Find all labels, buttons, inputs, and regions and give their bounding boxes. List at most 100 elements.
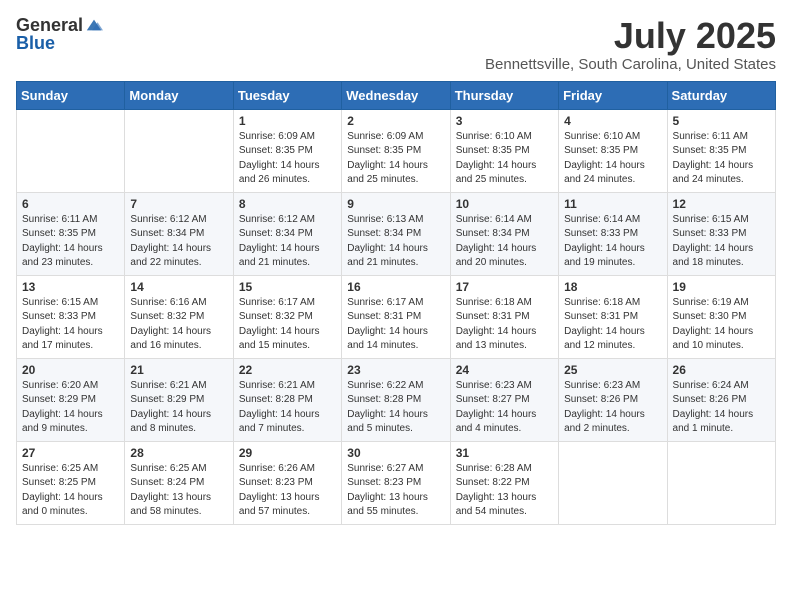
day-number: 3 [456,114,553,128]
calendar-day: 10 Sunrise: 6:14 AM Sunset: 8:34 PM Dayli… [450,192,558,275]
day-info: Sunrise: 6:25 AM Sunset: 8:25 PM Dayligh… [22,462,119,520]
calendar-header-row: SundayMondayTuesdayWednesdayThursdayFrid… [17,81,776,109]
day-info: Sunrise: 6:10 AM Sunset: 8:35 PM Dayligh… [564,130,661,188]
calendar-day: 9 Sunrise: 6:13 AM Sunset: 8:34 PM Daylig… [342,192,450,275]
day-number: 2 [347,114,444,128]
day-number: 9 [347,197,444,211]
day-number: 30 [347,446,444,460]
day-number: 16 [347,280,444,294]
calendar-day: 7 Sunrise: 6:12 AM Sunset: 8:34 PM Daylig… [125,192,233,275]
weekday-header-sunday: Sunday [17,81,125,109]
calendar-day: 25 Sunrise: 6:23 AM Sunset: 8:26 PM Dayli… [559,358,667,441]
day-info: Sunrise: 6:24 AM Sunset: 8:26 PM Dayligh… [673,379,770,437]
day-number: 4 [564,114,661,128]
day-info: Sunrise: 6:21 AM Sunset: 8:29 PM Dayligh… [130,379,227,437]
day-info: Sunrise: 6:28 AM Sunset: 8:22 PM Dayligh… [456,462,553,520]
weekday-header-tuesday: Tuesday [233,81,341,109]
day-info: Sunrise: 6:11 AM Sunset: 8:35 PM Dayligh… [22,213,119,271]
day-number: 29 [239,446,336,460]
day-number: 26 [673,363,770,377]
day-number: 25 [564,363,661,377]
day-info: Sunrise: 6:13 AM Sunset: 8:34 PM Dayligh… [347,213,444,271]
calendar-day: 4 Sunrise: 6:10 AM Sunset: 8:35 PM Daylig… [559,109,667,192]
calendar-day [125,109,233,192]
day-info: Sunrise: 6:23 AM Sunset: 8:27 PM Dayligh… [456,379,553,437]
day-info: Sunrise: 6:15 AM Sunset: 8:33 PM Dayligh… [673,213,770,271]
day-number: 27 [22,446,119,460]
calendar-table: SundayMondayTuesdayWednesdayThursdayFrid… [16,81,776,525]
day-number: 8 [239,197,336,211]
calendar-day: 6 Sunrise: 6:11 AM Sunset: 8:35 PM Daylig… [17,192,125,275]
day-info: Sunrise: 6:12 AM Sunset: 8:34 PM Dayligh… [130,213,227,271]
calendar-day: 30 Sunrise: 6:27 AM Sunset: 8:23 PM Dayli… [342,441,450,524]
day-number: 11 [564,197,661,211]
calendar-week-5: 27 Sunrise: 6:25 AM Sunset: 8:25 PM Dayli… [17,441,776,524]
day-number: 31 [456,446,553,460]
calendar-week-4: 20Sunrise: 6:20 AM Sunset: 8:29 PM Dayli… [17,358,776,441]
day-info: Sunrise: 6:14 AM Sunset: 8:33 PM Dayligh… [564,213,661,271]
logo: General Blue [16,16,103,52]
day-number: 24 [456,363,553,377]
day-number: 15 [239,280,336,294]
day-info: Sunrise: 6:18 AM Sunset: 8:31 PM Dayligh… [564,296,661,354]
day-info: Sunrise: 6:20 AM Sunset: 8:29 PM Dayligh… [22,379,119,437]
day-info: Sunrise: 6:22 AM Sunset: 8:28 PM Dayligh… [347,379,444,437]
day-number: 12 [673,197,770,211]
calendar-day: 20Sunrise: 6:20 AM Sunset: 8:29 PM Dayli… [17,358,125,441]
day-info: Sunrise: 6:14 AM Sunset: 8:34 PM Dayligh… [456,213,553,271]
day-info: Sunrise: 6:17 AM Sunset: 8:31 PM Dayligh… [347,296,444,354]
day-number: 18 [564,280,661,294]
day-info: Sunrise: 6:11 AM Sunset: 8:35 PM Dayligh… [673,130,770,188]
day-number: 6 [22,197,119,211]
calendar-day: 13Sunrise: 6:15 AM Sunset: 8:33 PM Dayli… [17,275,125,358]
page-header: General Blue July 2025 Bennettsville, So… [16,16,776,73]
calendar-day [559,441,667,524]
calendar-day: 3 Sunrise: 6:10 AM Sunset: 8:35 PM Daylig… [450,109,558,192]
weekday-header-wednesday: Wednesday [342,81,450,109]
day-info: Sunrise: 6:19 AM Sunset: 8:30 PM Dayligh… [673,296,770,354]
calendar-day: 18 Sunrise: 6:18 AM Sunset: 8:31 PM Dayli… [559,275,667,358]
calendar-day [667,441,775,524]
month-title: July 2025 [485,16,776,56]
day-number: 7 [130,197,227,211]
day-number: 23 [347,363,444,377]
calendar-day: 2 Sunrise: 6:09 AM Sunset: 8:35 PM Daylig… [342,109,450,192]
calendar-day: 17 Sunrise: 6:18 AM Sunset: 8:31 PM Dayli… [450,275,558,358]
calendar-day: 29 Sunrise: 6:26 AM Sunset: 8:23 PM Dayli… [233,441,341,524]
day-number: 17 [456,280,553,294]
calendar-day: 15 Sunrise: 6:17 AM Sunset: 8:32 PM Dayli… [233,275,341,358]
day-number: 10 [456,197,553,211]
logo-general-text: General [16,16,83,34]
title-block: July 2025 Bennettsville, South Carolina,… [485,16,776,73]
day-info: Sunrise: 6:25 AM Sunset: 8:24 PM Dayligh… [130,462,227,520]
calendar-day: 8Sunrise: 6:12 AM Sunset: 8:34 PM Daylig… [233,192,341,275]
calendar-day: 5 Sunrise: 6:11 AM Sunset: 8:35 PM Daylig… [667,109,775,192]
day-info: Sunrise: 6:17 AM Sunset: 8:32 PM Dayligh… [239,296,336,354]
day-number: 21 [130,363,227,377]
calendar-day: 22Sunrise: 6:21 AM Sunset: 8:28 PM Dayli… [233,358,341,441]
day-info: Sunrise: 6:23 AM Sunset: 8:26 PM Dayligh… [564,379,661,437]
calendar-week-1: 1Sunrise: 6:09 AM Sunset: 8:35 PM Daylig… [17,109,776,192]
day-info: Sunrise: 6:27 AM Sunset: 8:23 PM Dayligh… [347,462,444,520]
weekday-header-saturday: Saturday [667,81,775,109]
day-info: Sunrise: 6:09 AM Sunset: 8:35 PM Dayligh… [347,130,444,188]
calendar-week-2: 6 Sunrise: 6:11 AM Sunset: 8:35 PM Daylig… [17,192,776,275]
day-info: Sunrise: 6:09 AM Sunset: 8:35 PM Dayligh… [239,130,336,188]
day-number: 5 [673,114,770,128]
day-info: Sunrise: 6:26 AM Sunset: 8:23 PM Dayligh… [239,462,336,520]
calendar-day: 28 Sunrise: 6:25 AM Sunset: 8:24 PM Dayli… [125,441,233,524]
weekday-header-monday: Monday [125,81,233,109]
day-info: Sunrise: 6:10 AM Sunset: 8:35 PM Dayligh… [456,130,553,188]
calendar-week-3: 13Sunrise: 6:15 AM Sunset: 8:33 PM Dayli… [17,275,776,358]
day-number: 28 [130,446,227,460]
logo-blue-text: Blue [16,34,103,52]
weekday-header-thursday: Thursday [450,81,558,109]
day-number: 14 [130,280,227,294]
day-info: Sunrise: 6:21 AM Sunset: 8:28 PM Dayligh… [239,379,336,437]
day-info: Sunrise: 6:18 AM Sunset: 8:31 PM Dayligh… [456,296,553,354]
day-info: Sunrise: 6:16 AM Sunset: 8:32 PM Dayligh… [130,296,227,354]
calendar-day: 1Sunrise: 6:09 AM Sunset: 8:35 PM Daylig… [233,109,341,192]
calendar-day: 23 Sunrise: 6:22 AM Sunset: 8:28 PM Dayli… [342,358,450,441]
day-number: 19 [673,280,770,294]
calendar-day: 19 Sunrise: 6:19 AM Sunset: 8:30 PM Dayli… [667,275,775,358]
